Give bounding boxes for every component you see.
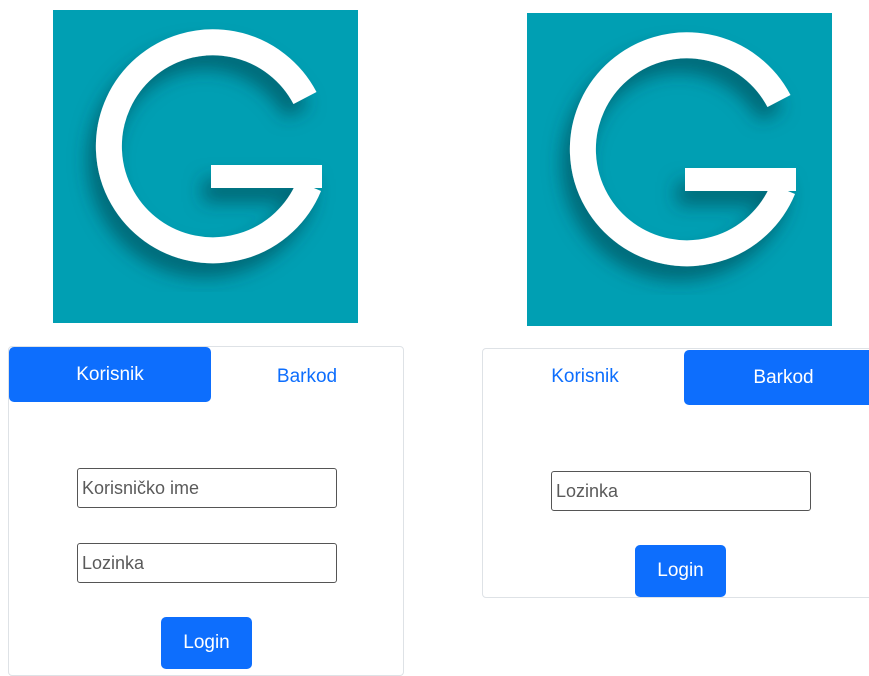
password-field[interactable] (77, 543, 337, 583)
tab-korisnik[interactable]: Korisnik (493, 349, 677, 404)
g-logo-icon (527, 13, 832, 326)
password-input[interactable] (556, 480, 810, 502)
login-card-barkod: Korisnik Barkod Login (482, 348, 869, 598)
g-logo-icon (53, 10, 358, 323)
username-input[interactable] (82, 477, 336, 499)
login-button[interactable]: Login (635, 545, 726, 597)
g-logo-graphic (569, 32, 796, 267)
tab-barkod[interactable]: Barkod (227, 349, 387, 404)
login-button[interactable]: Login (161, 617, 252, 669)
username-field[interactable] (77, 468, 337, 508)
tab-korisnik[interactable]: Korisnik (9, 347, 211, 402)
tab-barkod[interactable]: Barkod (684, 350, 869, 405)
password-field[interactable] (551, 471, 811, 511)
g-logo-graphic (95, 29, 322, 264)
password-input[interactable] (82, 552, 336, 574)
login-card-korisnik: Korisnik Barkod Login (8, 346, 404, 676)
